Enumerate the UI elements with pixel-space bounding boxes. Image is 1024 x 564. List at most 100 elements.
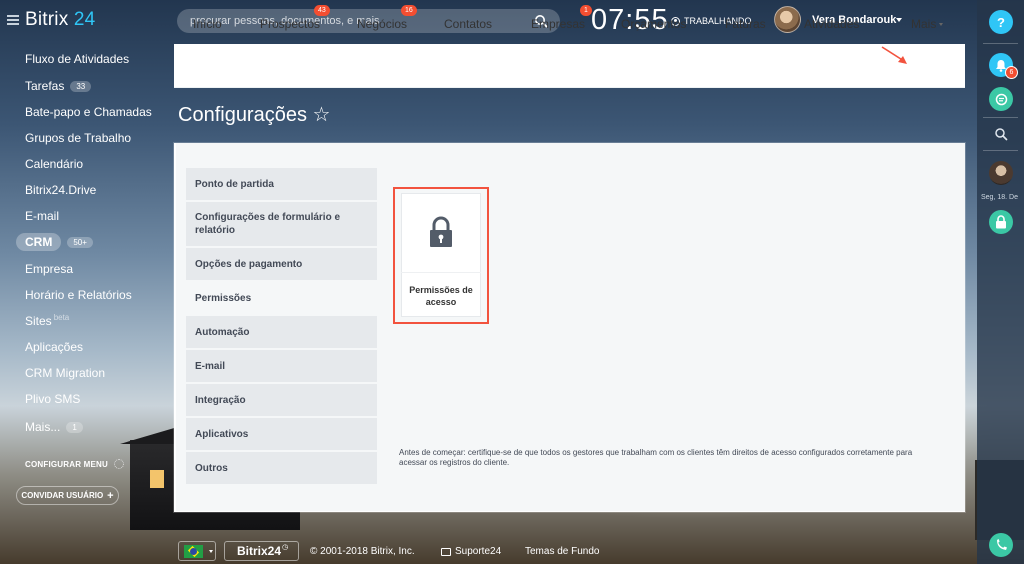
settings-menu-label: Aplicativos	[195, 428, 249, 440]
invite-user-button[interactable]: CONVIDAR USUÁRIO +	[16, 486, 119, 505]
sidebar-item-crm[interactable]: CRM 50+	[16, 233, 93, 251]
tab-label: Atividades	[804, 17, 860, 31]
configure-menu-button[interactable]: CONFIGURAR MENU	[25, 459, 124, 469]
notification-count-badge: 6	[1005, 66, 1018, 79]
sidebar-item-tasks[interactable]: Tarefas 33	[25, 79, 92, 93]
annotation-arrow-icon	[881, 46, 907, 64]
settings-menu-label: Ponto de partida	[195, 178, 274, 190]
flag-detail	[190, 548, 197, 555]
divider	[983, 150, 1018, 151]
page-title: Configurações ☆	[178, 104, 331, 126]
tab-faturas[interactable]: Faturas	[725, 17, 766, 31]
sidebar-item-crm-migration[interactable]: CRM Migration	[25, 366, 105, 380]
count-badge: 1	[66, 421, 83, 433]
settings-menu-item[interactable]: E-mail	[186, 350, 377, 382]
tab-label: Mais	[911, 17, 937, 31]
support-link[interactable]: Suporte24	[441, 546, 501, 557]
sidebar-item-label: Fluxo de Atividades	[25, 52, 130, 66]
support-label: Suporte24	[455, 546, 502, 557]
sidebar-item-label: Plivo SMS	[25, 392, 81, 406]
tab-negocios[interactable]: Negócios 16	[357, 5, 417, 31]
menu-toggle-icon[interactable]	[7, 15, 19, 25]
sidebar-item-label: Calendário	[25, 157, 84, 171]
sidebar-item-chat[interactable]: Bate-papo e Chamadas	[25, 105, 152, 119]
sidebar-item-applications[interactable]: Aplicações	[25, 340, 83, 354]
settings-menu-label: Integração	[195, 394, 246, 406]
settings-menu-label: Outros	[195, 462, 228, 474]
divider	[983, 117, 1018, 118]
tab-orcamentos[interactable]: Orçamentos	[621, 17, 686, 31]
invite-user-label: CONVIDAR USUÁRIO	[21, 491, 104, 500]
messenger-button[interactable]	[989, 87, 1013, 111]
sidebar-item-label: CRM	[16, 233, 62, 251]
count-badge: 33	[70, 80, 92, 92]
sidebar-item-plivo-sms[interactable]: Plivo SMS	[25, 392, 80, 406]
sidebar-item-label: Mais...	[25, 420, 61, 434]
settings-menu-label: Opções de pagamento	[195, 258, 303, 270]
tab-label: Faturas	[725, 17, 766, 31]
settings-menu-item[interactable]: Ponto de partida	[186, 168, 377, 200]
sidebar-item-email[interactable]: E-mail	[25, 209, 59, 223]
avatar[interactable]	[774, 6, 801, 33]
settings-menu-item[interactable]: Aplicativos	[186, 418, 377, 450]
sidebar-item-time-reports[interactable]: Horário e Relatórios	[25, 288, 132, 302]
settings-menu-item[interactable]: Configurações de formulário e relatório	[186, 202, 377, 246]
sidebar-item-more[interactable]: Mais... 1	[25, 420, 83, 434]
chevron-down-icon	[939, 23, 944, 27]
crm-nav-bar	[174, 44, 965, 88]
avatar[interactable]	[989, 161, 1013, 185]
tab-inicio[interactable]: Início	[193, 17, 222, 31]
settings-menu-label: Permissões	[195, 292, 252, 304]
tab-prospectos[interactable]: Prospectos 43	[260, 5, 330, 31]
plus-icon: +	[107, 489, 114, 502]
tab-mais[interactable]: Mais	[911, 17, 944, 31]
footer-brand: Bitrix24	[237, 544, 282, 558]
sidebar-item-label: Aplicações	[25, 340, 84, 354]
tile-label: Permissões de acesso	[409, 285, 473, 307]
sidebar-item-label: Tarefas	[25, 79, 65, 93]
sidebar-item-workgroups[interactable]: Grupos de Trabalho	[25, 131, 131, 145]
tab-label: Início	[193, 17, 222, 31]
clock-icon: ◷	[282, 544, 289, 551]
lock-icon	[430, 216, 452, 247]
settings-menu-label: Configurações de formulário e relatório	[195, 212, 341, 236]
copyright: © 2001-2018 Bitrix, Inc.	[310, 546, 415, 557]
settings-menu-item[interactable]: Outros	[186, 452, 377, 484]
sidebar-item-label: Grupos de Trabalho	[25, 131, 132, 145]
tab-label: Prospectos	[260, 17, 321, 31]
chevron-down-icon	[209, 550, 213, 553]
phone-button[interactable]	[989, 533, 1013, 557]
tab-empresas[interactable]: Empresas 1	[531, 5, 592, 31]
sidebar-item-sites[interactable]: Sites beta	[25, 313, 69, 329]
sidebar-item-label: CRM Migration	[25, 366, 106, 380]
settings-menu-item[interactable]: Automação	[186, 316, 377, 348]
count-badge: 50+	[67, 236, 93, 248]
tab-atividades[interactable]: Atividades	[804, 17, 859, 31]
sidebar-item-company[interactable]: Empresa	[25, 262, 73, 276]
chat-icon	[441, 547, 451, 556]
chevron-down-icon[interactable]	[896, 18, 902, 22]
sidebar-item-label: Bate-papo e Chamadas	[25, 105, 152, 119]
right-panel	[977, 0, 1024, 564]
logo-accent: 24	[73, 9, 96, 30]
sidebar-item-drive[interactable]: Bitrix24.Drive	[25, 183, 96, 197]
configure-menu-label: CONFIGURAR MENU	[25, 459, 108, 469]
tab-contatos[interactable]: Contatos	[444, 17, 492, 31]
sidebar-item-activity-stream[interactable]: Fluxo de Atividades	[25, 52, 129, 66]
date-label: Seg, 18. De	[981, 194, 1018, 201]
search-icon[interactable]	[994, 127, 1008, 141]
lock-button[interactable]	[989, 210, 1013, 234]
phone-icon	[997, 539, 1007, 550]
tab-label: Orçamentos	[621, 17, 687, 31]
lock-icon	[996, 215, 1006, 229]
settings-menu-item[interactable]: Integração	[186, 384, 377, 416]
settings-menu-item[interactable]: Opções de pagamento	[186, 248, 377, 280]
bitrix24-button[interactable]: Bitrix24 ◷	[224, 541, 299, 561]
sidebar-item-calendar[interactable]: Calendário	[25, 157, 83, 171]
themes-link[interactable]: Temas de Fundo	[525, 546, 600, 557]
settings-menu-item-selected[interactable]: Permissões	[186, 282, 377, 314]
app-logo[interactable]: Bitrix 24	[25, 9, 95, 31]
settings-menu-label: E-mail	[195, 360, 226, 372]
help-button[interactable]: ?	[989, 10, 1013, 34]
settings-menu-label: Automação	[195, 326, 250, 338]
